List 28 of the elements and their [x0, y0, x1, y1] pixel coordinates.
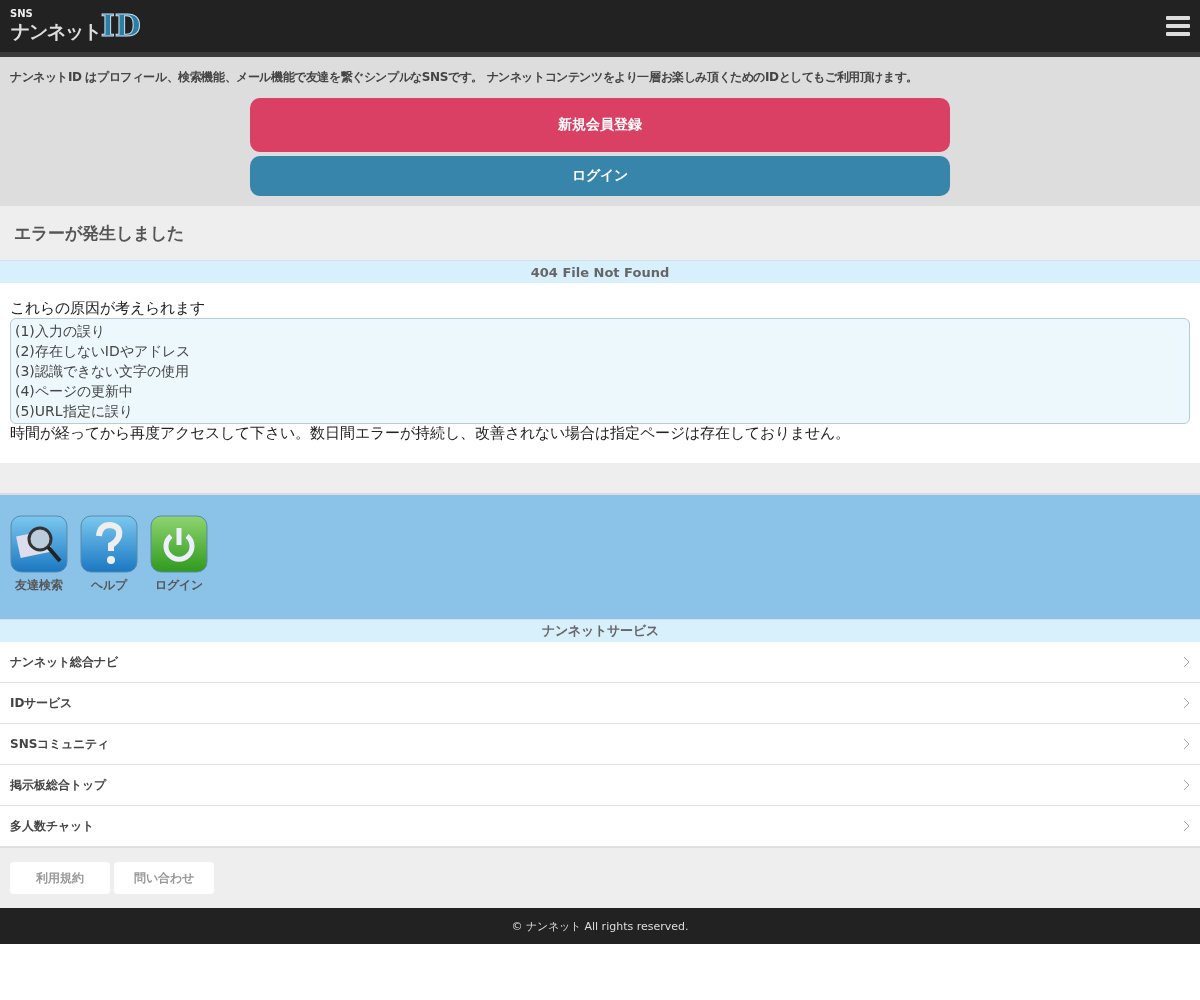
error-title: エラーが発生しました: [0, 206, 1200, 260]
power-icon[interactable]: [150, 515, 208, 573]
service-item[interactable]: 掲示板総合トップ: [0, 765, 1200, 806]
chevron-icon: [1183, 697, 1190, 709]
causes-list: (1)入力の誤り (2)存在しないIDやアドレス (3)認識できない文字の使用 (4)ページの更新中 (5)URL指定に誤り: [10, 318, 1190, 424]
intro-text: ナンネットID はプロフィール、検索機能、メール機能で友達を繋ぐシンプルなSNSです。 ナンネットコンテンツをより一層お楽しみ頂くためのIDとしてもご利用頂けます。: [10, 69, 919, 86]
chevron-icon: [1183, 779, 1190, 791]
menu-icon[interactable]: [1166, 15, 1190, 37]
question-mark-icon[interactable]: [80, 515, 138, 573]
causes-lead: これらの原因が考えられます: [10, 299, 206, 318]
service-item[interactable]: IDサービス: [0, 683, 1200, 724]
error-note: 時間が経ってから再度アクセスして下さい。数日間エラーが持続し、改善されない場合は指定ページは存在しておりません。: [10, 424, 851, 443]
service-item[interactable]: SNSコミュニティ: [0, 724, 1200, 765]
error-code-bar: 404 File Not Found: [0, 260, 1200, 283]
chevron-icon: [1183, 820, 1190, 832]
login-button[interactable]: ログイン: [250, 156, 950, 196]
service-item[interactable]: ナンネット総合ナビ: [0, 642, 1200, 683]
app-label[interactable]: 友達検索: [15, 577, 63, 594]
services-header: ナンネットサービス: [0, 619, 1200, 642]
chevron-icon: [1183, 656, 1190, 668]
chevron-icon: [1183, 738, 1190, 750]
magnifier-icon[interactable]: [10, 515, 68, 573]
footer-link[interactable]: 利用規約: [10, 862, 110, 894]
app-label[interactable]: ヘルプ: [91, 577, 127, 594]
copyright: © ナンネット All rights reserved.: [0, 908, 1200, 944]
register-button[interactable]: 新規会員登録: [250, 98, 950, 152]
footer-link[interactable]: 問い合わせ: [114, 862, 214, 894]
app-label[interactable]: ログイン: [155, 577, 203, 594]
